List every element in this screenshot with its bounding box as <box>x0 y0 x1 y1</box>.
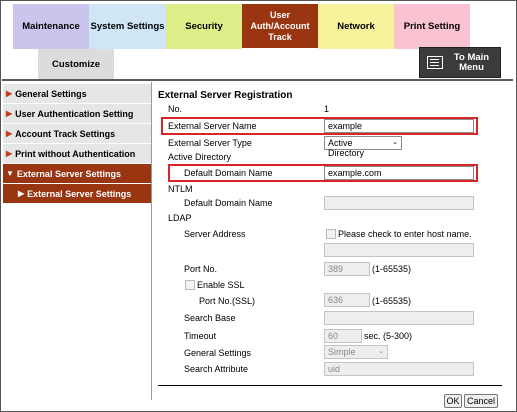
general-settings-select[interactable]: Simple ⌄ <box>324 345 388 359</box>
sidebar-item-general-settings[interactable]: ▶ General Settings <box>3 84 151 104</box>
page-title: External Server Registration <box>158 90 293 101</box>
server-type-value: Active Directory <box>328 138 365 158</box>
port-label: Port No. <box>184 264 218 274</box>
server-address-input[interactable] <box>324 243 474 257</box>
port-ssl-range: (1-65535) <box>372 296 412 306</box>
ad-domain-input[interactable]: example.com <box>324 166 474 180</box>
ldap-label: LDAP <box>168 213 192 223</box>
ntlm-domain-input[interactable] <box>324 196 474 210</box>
arrow-right-icon: ▶ <box>6 129 13 138</box>
to-main-menu-button[interactable]: To Main Menu <box>419 47 501 78</box>
arrow-right-icon: ▶ <box>6 89 13 98</box>
sidebar-item-external-server[interactable]: ▼ External Server Settings <box>3 164 151 184</box>
general-settings-label: General Settings <box>184 348 252 358</box>
tab-print-setting[interactable]: Print Setting <box>394 4 470 49</box>
no-value: 1 <box>324 104 330 114</box>
sidebar-item-label: External Server Settings <box>16 168 121 179</box>
host-name-checkbox[interactable] <box>326 229 336 239</box>
general-settings-value: Simple <box>328 347 356 357</box>
port-ssl-input[interactable]: 636 <box>324 293 370 307</box>
port-ssl-label: Port No.(SSL) <box>199 296 256 306</box>
tab-security[interactable]: Security <box>166 4 242 49</box>
chevron-down-icon: ⌄ <box>378 348 384 355</box>
enable-ssl-label: Enable SSL <box>197 280 245 290</box>
timeout-unit: sec. (5-300) <box>364 331 413 341</box>
port-input[interactable]: 389 <box>324 262 370 276</box>
tab-user-auth-account-track[interactable]: User Auth/Account Track <box>242 4 318 48</box>
host-name-check-label: Please check to enter host name. <box>338 229 472 239</box>
tab-customize[interactable]: Customize <box>38 49 114 79</box>
sidebar-item-label: User Authentication Setting <box>15 108 134 119</box>
no-label: No. <box>168 104 183 114</box>
sidebar-item-print-without-auth[interactable]: ▶ Print without Authentication <box>3 144 151 164</box>
timeout-input[interactable]: 60 <box>324 329 362 343</box>
sidebar-item-label: Account Track Settings <box>15 128 116 139</box>
tab-network[interactable]: Network <box>318 4 394 49</box>
tab-label: Security <box>185 21 223 32</box>
search-base-input[interactable] <box>324 311 474 325</box>
arrow-right-icon: ▶ <box>6 149 13 158</box>
server-name-input[interactable]: example <box>324 119 474 133</box>
enable-ssl-checkbox[interactable] <box>185 280 195 290</box>
ntlm-domain-label: Default Domain Name <box>184 198 273 208</box>
server-type-select[interactable]: Active Directory ⌄ <box>324 136 402 158</box>
tab-label: User Auth/Account Track <box>250 9 310 42</box>
tab-system-settings[interactable]: System Settings <box>89 4 166 49</box>
port-range: (1-65535) <box>372 264 412 274</box>
sidebar: ▶ General Settings ▶ User Authentication S… <box>3 82 152 400</box>
server-address-label: Server Address <box>184 229 246 239</box>
sidebar-item-label: Print without Authentication <box>15 148 136 159</box>
search-attribute-label: Search Attribute <box>184 364 249 374</box>
form-bottom-divider <box>158 385 502 386</box>
to-main-menu-label: To Main Menu <box>453 51 490 73</box>
search-base-label: Search Base <box>184 313 236 323</box>
sidebar-item-label: External Server Settings <box>27 188 132 199</box>
ok-button[interactable]: OK <box>444 394 462 408</box>
sidebar-subitem-external-server[interactable]: ▶ External Server Settings <box>3 184 151 204</box>
sidebar-item-account-track[interactable]: ▶ Account Track Settings <box>3 124 151 144</box>
timeout-label: Timeout <box>184 331 217 341</box>
tab-label: System Settings <box>90 21 165 32</box>
search-attribute-input[interactable]: uid <box>324 362 474 376</box>
tab-label: Customize <box>51 58 101 70</box>
arrow-right-icon: ▶ <box>18 189 25 198</box>
tab-label: Network <box>337 21 375 32</box>
tab-maintenance[interactable]: Maintenance <box>13 4 89 49</box>
tab-label: Maintenance <box>22 21 80 32</box>
server-name-label: External Server Name <box>168 121 257 131</box>
server-type-label: External Server Type <box>168 138 252 148</box>
sidebar-item-user-authentication[interactable]: ▶ User Authentication Setting <box>3 104 151 124</box>
tab-label: Print Setting <box>403 21 461 32</box>
menu-list-icon <box>427 56 443 69</box>
cancel-button[interactable]: Cancel <box>464 394 498 408</box>
chevron-down-icon: ⌄ <box>392 139 398 146</box>
ntlm-label: NTLM <box>168 184 193 194</box>
arrow-down-icon: ▼ <box>6 169 14 178</box>
active-directory-label: Active Directory <box>168 152 232 162</box>
ad-domain-label: Default Domain Name <box>184 168 273 178</box>
header-divider <box>2 79 513 81</box>
sidebar-item-label: General Settings <box>15 88 87 99</box>
arrow-right-icon: ▶ <box>6 109 13 118</box>
